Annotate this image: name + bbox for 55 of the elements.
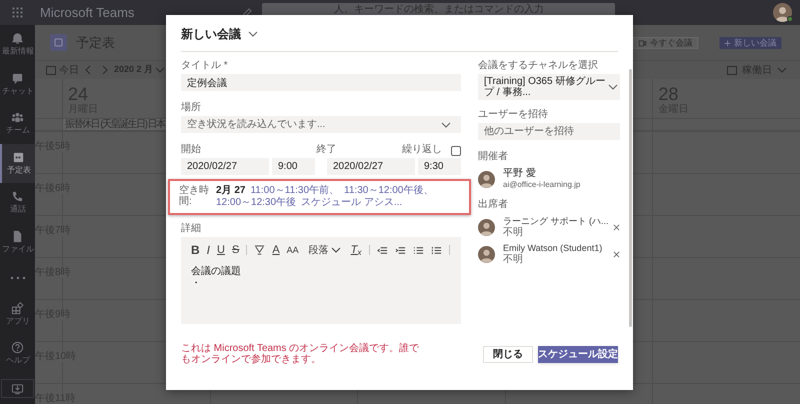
time-field[interactable]: 9:30: [418, 158, 461, 175]
schedule-button[interactable]: スケジュール設定: [538, 346, 618, 362]
title-field[interactable]: 定例会議: [181, 74, 461, 91]
rail-item[interactable]: 予定表: [0, 144, 35, 184]
italic-button[interactable]: I: [206, 243, 210, 257]
new-meeting-button[interactable]: 新しい会議: [719, 36, 782, 48]
field-label: 終了: [316, 144, 338, 156]
attendee-name: ラーニング サポート (ハ...: [503, 216, 608, 227]
bold-button[interactable]: B: [191, 243, 200, 257]
scheduling-assistant-link[interactable]: スケジュール アシス...: [301, 197, 402, 209]
font-color-button[interactable]: A: [272, 243, 280, 257]
close-button[interactable]: 閉じる: [483, 346, 533, 362]
field-label: 場所: [181, 102, 202, 114]
strikethrough-button[interactable]: S: [232, 243, 240, 257]
rail-item[interactable]: チャット: [0, 64, 35, 104]
field-label: 出席者: [478, 199, 509, 211]
attendee-name: Emily Watson (Student1): [503, 243, 602, 254]
rail-item[interactable]: 通話: [0, 183, 35, 223]
location-dropdown[interactable]: 空き状況を読み込んでいます...: [181, 116, 461, 133]
details-editor[interactable]: B I U S A AA 段落 T$_{x}$ 会議の議題 ・: [181, 237, 461, 324]
channel-dropdown[interactable]: [Training] O365 研修グループ / 事務...: [478, 74, 620, 100]
time-slot-link[interactable]: 12:00～12:30午後: [216, 197, 296, 209]
underline-button[interactable]: U: [217, 243, 225, 257]
time-slot-link[interactable]: 11:30～12:00午後、: [344, 185, 434, 197]
rail-item[interactable]: ファイル: [0, 222, 35, 262]
rail-item[interactable]: アプリ: [0, 294, 35, 334]
date-field[interactable]: 2020/02/27: [327, 158, 415, 175]
availability-date: 2月 27: [216, 185, 246, 197]
invite-field[interactable]: 他のユーザーを招待: [478, 123, 620, 140]
details-text: 会議の議題: [191, 266, 241, 278]
online-meeting-note: これは Microsoft Teams のオンライン会議です。誰でもオンラインで参加できます。: [181, 343, 420, 365]
organizer-email: ai@office-i-learning.jp: [503, 180, 580, 190]
attendee-status: 不明: [503, 254, 523, 265]
paragraph-dropdown[interactable]: 段落: [308, 242, 341, 258]
availability-label: 空き時間:: [179, 185, 210, 207]
field-label: 詳細: [181, 223, 202, 235]
field-label: 会議をするチャネルを選択: [478, 60, 599, 72]
time-slot-link[interactable]: 11:00～11:30午前、: [250, 185, 340, 197]
field-label: 繰り返し: [402, 144, 442, 156]
field-label: 開始: [181, 144, 202, 156]
font-size-button[interactable]: AA: [286, 243, 299, 257]
field-label: タイトル *: [181, 60, 229, 72]
app-title: Microsoft Teams: [40, 4, 134, 22]
rail-item[interactable]: 最新情報: [0, 25, 35, 65]
time-field[interactable]: 9:00: [272, 158, 315, 175]
organizer-name: 平野 愛: [503, 168, 536, 180]
dialog-title: 新しい会議: [181, 26, 241, 43]
details-text: ・: [191, 278, 201, 290]
rail-item[interactable]: ヘルプ: [0, 334, 35, 374]
clear-formatting-button[interactable]: T$_{x}$: [350, 243, 362, 257]
attendee-status: 不明: [503, 227, 523, 238]
field-label: 開催者: [478, 151, 509, 163]
field-label: ユーザーを招待: [478, 109, 549, 121]
date-field[interactable]: 2020/02/27: [181, 158, 269, 175]
rail-item[interactable]: チーム: [0, 104, 35, 144]
